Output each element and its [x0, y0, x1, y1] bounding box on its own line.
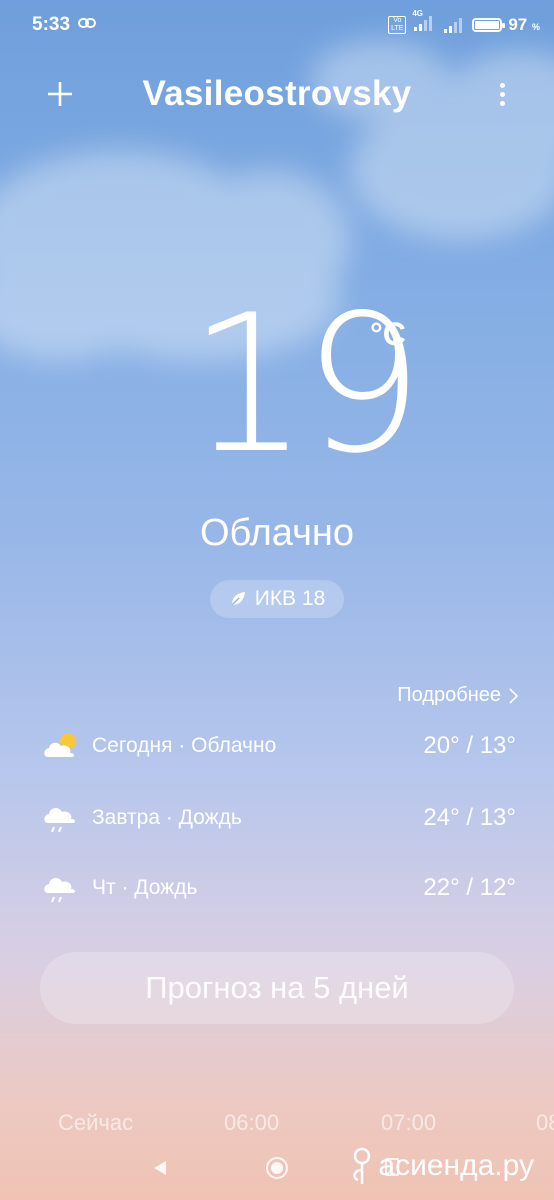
rain-icon	[44, 878, 76, 903]
aqi-label: ИКВ 18	[254, 587, 326, 610]
forecast-row-tomorrow[interactable]: Завтра · Дождь 24° / 13°	[42, 798, 516, 838]
details-link[interactable]: Подробнее	[397, 684, 518, 707]
forecast-label: Завтра · Дождь	[92, 806, 242, 829]
current-condition: Облачно	[199, 512, 354, 554]
battery-fill	[475, 21, 499, 29]
details-label: Подробнее	[397, 684, 501, 706]
forecast-row-thursday[interactable]: Чт · Дождь 22° / 12°	[42, 868, 516, 908]
aqi-badge[interactable]: ИКВ 18	[210, 580, 344, 618]
hour-label: 06:00	[224, 1110, 280, 1135]
rain-icon	[44, 808, 76, 833]
watermark-logo-icon	[353, 1147, 371, 1184]
leaf-icon	[231, 592, 245, 606]
battery-percent-value: 97	[508, 15, 528, 34]
forecast-temps: 22° / 12°	[423, 874, 516, 901]
battery-percent: 97 %	[508, 15, 540, 35]
partly-cloudy-icon	[44, 733, 76, 757]
battery-percent-unit: %	[531, 22, 540, 32]
watermark-text: асиенда.ру	[378, 1149, 534, 1182]
signal-4g: 4G	[412, 9, 436, 36]
watermark: асиенда.ру	[350, 1146, 534, 1186]
chevron-right-icon	[509, 687, 518, 704]
city-title[interactable]: Vasileostrovsky	[0, 74, 554, 114]
volte-icon: Vo LTE	[388, 16, 407, 34]
five-day-forecast-button[interactable]: Прогноз на 5 дней	[40, 952, 514, 1024]
forecast-temps: 20° / 13°	[423, 732, 516, 759]
forecast-label: Сегодня · Облачно	[92, 734, 277, 757]
battery-icon	[472, 18, 506, 32]
forecast-label: Чт · Дождь	[92, 876, 198, 899]
temperature-unit: °C	[370, 316, 406, 352]
home-icon[interactable]	[265, 1156, 289, 1180]
header: Vasileostrovsky	[0, 60, 554, 130]
more-menu-button[interactable]	[492, 74, 512, 114]
navigation-bar: асиенда.ру	[0, 1140, 554, 1200]
more-vert-icon	[499, 82, 505, 88]
forecast-temps: 24° / 13°	[423, 804, 516, 831]
hourly-strip[interactable]: Сейчас 06:00 07:00 08	[0, 1110, 554, 1140]
forecast-row-today[interactable]: Сегодня · Облачно 20° / 13°	[42, 726, 516, 766]
status-time: 5:33	[32, 14, 71, 35]
network-type: 4G	[412, 8, 423, 18]
back-icon[interactable]	[150, 1158, 170, 1178]
hour-label: 07:00	[381, 1110, 437, 1135]
hour-label: Сейчас	[58, 1110, 134, 1135]
signal-icon-2	[444, 18, 463, 33]
link-icon	[78, 18, 96, 28]
status-bar: 5:33 Vo LTE 4G 97 %	[0, 0, 554, 50]
hour-label: 08	[536, 1110, 554, 1135]
